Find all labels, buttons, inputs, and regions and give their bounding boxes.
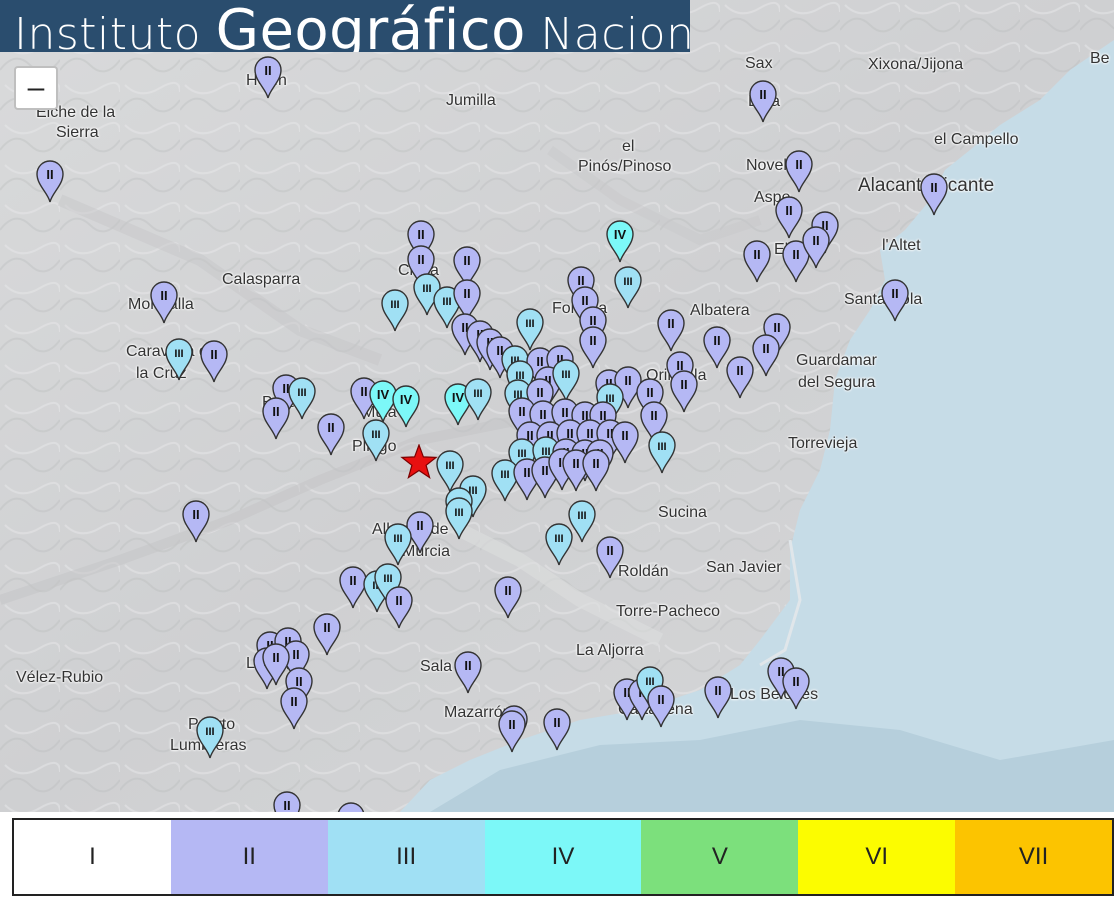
svg-text:III: III — [473, 388, 482, 400]
svg-text:II: II — [283, 798, 290, 812]
legend-label: I — [89, 843, 96, 870]
svg-text:III: III — [445, 460, 454, 472]
legend-cell-vii: VII — [955, 820, 1112, 894]
svg-text:III: III — [454, 507, 463, 519]
svg-text:II: II — [657, 692, 664, 707]
legend-cell-v: V — [641, 820, 799, 894]
zoom-out-button[interactable]: – — [14, 66, 58, 110]
svg-text:III: III — [422, 283, 431, 295]
svg-text:II: II — [646, 385, 653, 400]
svg-text:II: II — [680, 377, 687, 392]
svg-text:III: III — [205, 726, 214, 738]
svg-text:II: II — [759, 87, 766, 102]
svg-text:IV: IV — [377, 387, 390, 402]
svg-text:III: III — [390, 299, 399, 311]
ign-banner: Instituto Geográfico Nacional — [0, 0, 690, 52]
svg-text:II: II — [792, 247, 799, 262]
svg-text:II: II — [360, 384, 367, 399]
svg-text:III: III — [393, 533, 402, 545]
legend-label: IV — [551, 843, 575, 870]
svg-text:II: II — [667, 316, 674, 331]
svg-text:II: II — [553, 715, 560, 730]
svg-text:II: II — [762, 341, 769, 356]
svg-text:II: II — [272, 404, 279, 419]
svg-text:II: II — [536, 385, 543, 400]
legend-cell-iv: IV — [484, 820, 642, 894]
svg-text:II: II — [46, 167, 53, 182]
svg-text:III: III — [442, 296, 451, 308]
ign-title: Instituto Geográfico Nacional — [14, 0, 690, 52]
svg-text:II: II — [463, 286, 470, 301]
legend-cell-i: I — [14, 820, 171, 894]
svg-text:II: II — [264, 63, 271, 78]
svg-text:II: II — [713, 333, 720, 348]
legend-label: II — [242, 843, 256, 870]
svg-text:II: II — [323, 620, 330, 635]
svg-text:III: III — [525, 318, 534, 330]
svg-text:III: III — [297, 387, 306, 399]
svg-text:II: II — [572, 456, 579, 471]
svg-text:II: II — [508, 717, 515, 732]
intensity-legend: I II III IV V VI VII — [12, 818, 1114, 896]
svg-text:II: II — [589, 333, 596, 348]
svg-text:II: II — [272, 650, 279, 665]
svg-text:II: II — [463, 253, 470, 268]
svg-text:III: III — [554, 533, 563, 545]
svg-text:III: III — [657, 441, 666, 453]
svg-text:II: II — [812, 233, 819, 248]
legend-cell-vi: VI — [798, 820, 956, 894]
svg-text:III: III — [577, 510, 586, 522]
svg-text:II: II — [416, 518, 423, 533]
legend-label: III — [396, 843, 417, 870]
svg-text:II: II — [504, 583, 511, 598]
legend-label: V — [711, 843, 728, 870]
svg-text:II: II — [592, 456, 599, 471]
svg-text:IV: IV — [614, 227, 627, 242]
svg-text:III: III — [500, 469, 509, 481]
svg-text:II: II — [464, 658, 471, 673]
svg-text:II: II — [518, 404, 525, 419]
svg-text:III: III — [561, 369, 570, 381]
legend-label: VII — [1018, 843, 1049, 870]
minus-icon: – — [27, 71, 45, 104]
svg-text:II: II — [292, 647, 299, 662]
svg-text:II: II — [395, 593, 402, 608]
svg-text:II: II — [417, 252, 424, 267]
legend-cell-iii: III — [327, 820, 485, 894]
svg-text:IV: IV — [400, 392, 413, 407]
svg-text:II: II — [624, 373, 631, 388]
svg-text:II: II — [349, 573, 356, 588]
svg-text:II: II — [210, 347, 217, 362]
svg-text:II: II — [930, 180, 937, 195]
svg-text:II: II — [650, 408, 657, 423]
svg-text:II: II — [795, 157, 802, 172]
svg-text:II: II — [621, 428, 628, 443]
svg-text:II: II — [290, 694, 297, 709]
svg-text:II: II — [736, 363, 743, 378]
legend-cell-ii: II — [170, 820, 328, 894]
svg-text:II: II — [417, 227, 424, 242]
svg-text:II: II — [327, 420, 334, 435]
svg-text:II: II — [891, 286, 898, 301]
svg-text:II: II — [792, 674, 799, 689]
svg-text:II: II — [753, 247, 760, 262]
svg-text:II: II — [606, 543, 613, 558]
svg-text:II: II — [714, 683, 721, 698]
legend-label: VI — [865, 843, 889, 870]
svg-text:III: III — [174, 348, 183, 360]
svg-text:III: III — [623, 276, 632, 288]
svg-text:II: II — [160, 288, 167, 303]
svg-text:III: III — [371, 429, 380, 441]
intensity-map[interactable]: HellínJumillaSaxXixona/JijonaBeElche de … — [0, 0, 1114, 812]
svg-text:II: II — [785, 203, 792, 218]
svg-text:II: II — [192, 507, 199, 522]
svg-text:III: III — [383, 573, 392, 585]
